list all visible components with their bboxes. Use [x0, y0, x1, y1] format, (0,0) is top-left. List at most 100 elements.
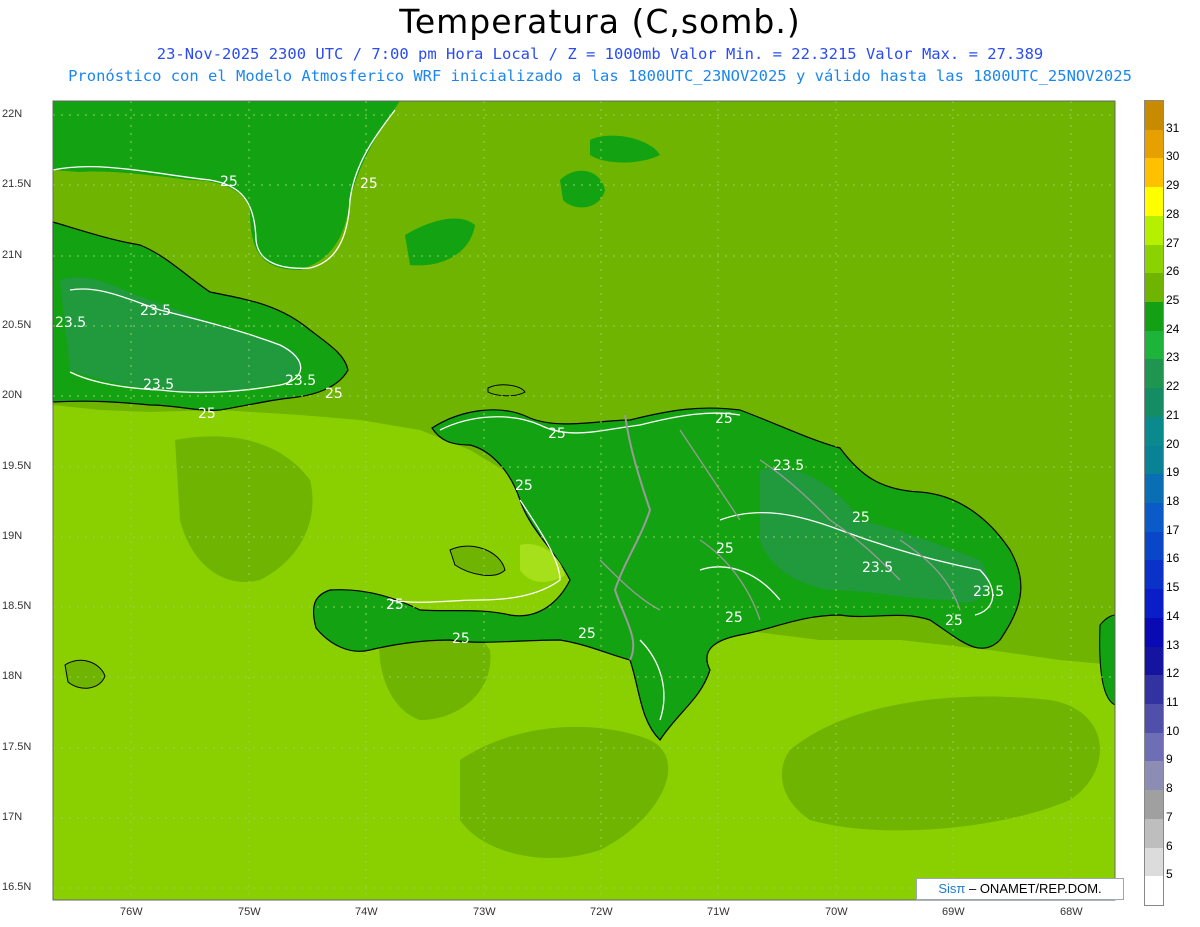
contour-label: 25	[515, 478, 533, 494]
colorbar-tick-label: 19	[1166, 465, 1180, 480]
colorbar-tick-label: 17	[1166, 522, 1180, 537]
colorbar-segment	[1145, 330, 1163, 360]
colorbar-tick-label: 22	[1166, 379, 1180, 394]
lat-label: 20N	[2, 389, 23, 401]
colorbar-tick-label: 14	[1166, 608, 1180, 623]
contour-label: 23.5	[140, 303, 171, 319]
colorbar-tick-label: 18	[1166, 494, 1180, 508]
colorbar-segment	[1145, 129, 1163, 159]
colorbar-segment	[1145, 589, 1163, 619]
contour-label: 25	[578, 626, 596, 642]
colorbar-tick-label: 6	[1166, 838, 1173, 853]
lon-label: 70W	[825, 906, 848, 918]
contour-label: 25	[852, 510, 870, 526]
colorbar-segment	[1145, 302, 1163, 332]
colorbar-segment	[1145, 445, 1163, 475]
colorbar-segment	[1145, 101, 1163, 131]
colorbar-segment	[1145, 215, 1163, 246]
contour-label: 25	[198, 406, 216, 422]
colorbar-segment	[1145, 474, 1163, 504]
colorbar-tick-label: 29	[1166, 178, 1180, 193]
colorbar-tick-label: 27	[1166, 235, 1180, 250]
colorbar-tick-label: 21	[1166, 407, 1180, 422]
colorbar-tick-label: 31	[1166, 120, 1180, 135]
watermark-org: – ONAMET/REP.DOM.	[965, 881, 1102, 896]
colorbar-segment	[1145, 244, 1163, 274]
colorbar-segment	[1145, 704, 1163, 734]
lat-label: 22N	[2, 108, 23, 120]
lat-label: 17.5N	[2, 741, 32, 753]
colorbar-tick-label: 8	[1166, 781, 1173, 796]
colorbar-segment	[1145, 790, 1163, 820]
contour-label: 23.5	[862, 560, 893, 576]
colorbar-segment	[1145, 158, 1163, 188]
colorbar-tick-label: 26	[1166, 264, 1180, 279]
contour-label: 23.5	[973, 584, 1004, 600]
watermark: Sisπ – ONAMET/REP.DOM.	[916, 878, 1124, 900]
lat-label: 18.5N	[2, 600, 32, 612]
contour-label: 23.5	[773, 458, 804, 474]
colorbar-tick-label: 11	[1166, 695, 1179, 709]
contour-label: 25	[386, 597, 404, 613]
colorbar-segment	[1145, 732, 1163, 762]
colorbar-segment	[1145, 388, 1163, 418]
colorbar-tick-label: 15	[1166, 580, 1180, 595]
contour-label: 25	[945, 613, 963, 629]
colorbar-tick-label: 5	[1166, 867, 1173, 882]
colorbar-segment	[1145, 273, 1163, 303]
lon-label: 75W	[238, 906, 261, 918]
colorbar-tick-label: 10	[1166, 723, 1180, 738]
colorbar-tick-label: 16	[1166, 551, 1180, 566]
lat-label: 19.5N	[2, 460, 32, 472]
colorbar-segment	[1145, 847, 1163, 877]
contour-label: 25	[725, 610, 743, 626]
colorbar-segment	[1145, 818, 1163, 849]
lon-label: 74W	[355, 906, 378, 918]
lon-label: 76W	[120, 906, 143, 918]
colorbar-tick-label: 9	[1166, 752, 1173, 767]
contour-label: 25	[325, 386, 343, 402]
colorbar-tick-label: 28	[1166, 206, 1180, 221]
colorbar-segment	[1145, 560, 1163, 590]
contour-label: 25	[452, 631, 470, 647]
colorbar-tick-label: 20	[1166, 436, 1180, 451]
contour-label: 25	[360, 176, 378, 192]
lon-label: 72W	[590, 906, 613, 918]
contour-label: 25	[220, 174, 238, 190]
colorbar-tick-label: 24	[1166, 321, 1180, 336]
colorbar-segment	[1145, 416, 1163, 447]
colorbar-segment	[1145, 876, 1163, 906]
colorbar-segment	[1145, 531, 1163, 561]
colorbar-segment	[1145, 359, 1163, 389]
colorbar	[1144, 100, 1164, 906]
colorbar-segment	[1145, 646, 1163, 676]
temperature-map: 25 25 23.5 23.5 23.5 25 25 25 25 23.5 25…	[52, 100, 1116, 901]
colorbar-segment	[1145, 503, 1163, 533]
colorbar-tick-label: 23	[1166, 350, 1180, 365]
colorbar-tick-label: 12	[1166, 666, 1180, 681]
colorbar-tick-label: 30	[1166, 149, 1180, 164]
colorbar-tick-label: 13	[1166, 637, 1180, 652]
lon-label: 73W	[473, 906, 496, 918]
lat-label: 18N	[2, 670, 23, 682]
lat-label: 21.5N	[2, 178, 32, 190]
lat-label: 21N	[2, 249, 23, 261]
lon-label: 71W	[707, 906, 730, 918]
contour-label: 23.5	[285, 373, 316, 389]
contour-label: 25	[548, 426, 566, 442]
colorbar-segment	[1145, 761, 1163, 791]
contour-label: 25	[715, 411, 733, 427]
lat-label: 19N	[2, 530, 23, 542]
colorbar-tick-label: 7	[1166, 809, 1173, 824]
lon-label: 69W	[942, 906, 965, 918]
contour-label: 25	[716, 541, 734, 557]
lat-label: 17N	[2, 811, 23, 823]
contour-label: 23.5	[143, 377, 174, 393]
lon-label: 68W	[1060, 906, 1083, 918]
colorbar-segment	[1145, 675, 1163, 705]
colorbar-segment	[1145, 187, 1163, 217]
colorbar-segment	[1145, 617, 1163, 648]
watermark-brand: Sisπ	[938, 881, 966, 896]
colorbar-tick-label: 25	[1166, 293, 1180, 307]
lat-label: 16.5N	[2, 881, 32, 893]
